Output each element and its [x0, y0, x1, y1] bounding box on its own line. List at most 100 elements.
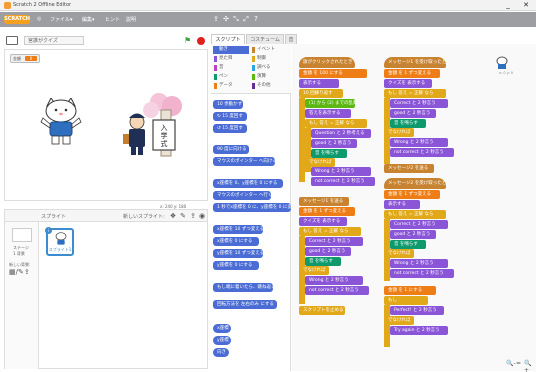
choose-sprite-icon[interactable]: ❖	[169, 212, 177, 220]
script-block[interactable]: Try again と 2 秒言う	[390, 326, 448, 335]
stop-sign-icon[interactable]	[197, 37, 205, 45]
palette-block[interactable]: 10 歩動かす	[213, 100, 243, 109]
script-block[interactable]: Correct と 2 秒言う	[305, 237, 363, 246]
script-block[interactable]: 音 を鳴らす	[311, 149, 347, 158]
zoom-reset-icon[interactable]: =	[516, 360, 521, 367]
about-menu[interactable]: 説明	[126, 16, 136, 23]
script-block[interactable]: not correct と 2 秒言う	[390, 148, 454, 157]
script-block[interactable]: スクリプトを止める	[299, 306, 345, 315]
script-block[interactable]: Wrong と 2 秒言う	[305, 276, 363, 285]
script-block[interactable]: でなければ	[305, 158, 335, 167]
script-block[interactable]: 金額 を 100 にする	[299, 69, 367, 78]
script-block[interactable]: 金額 を 1 にする	[384, 286, 436, 295]
zoom-out-icon[interactable]: 🔍-	[506, 360, 516, 367]
palette-reporter[interactable]: y座標	[213, 336, 231, 345]
script-block[interactable]: メッセージ2 を受け取ったとき	[384, 178, 446, 189]
palette-block[interactable]: 1 秒でx座標を 0 に、y座標を 0 に変える	[213, 203, 291, 212]
sprite-info-icon[interactable]: i	[45, 227, 52, 234]
script-block[interactable]: もし 答え = 正解 なら	[384, 210, 446, 219]
script-block[interactable]: でなければ	[299, 266, 329, 275]
category-data[interactable]: データ	[213, 82, 249, 90]
stage-canvas[interactable]: 金額 0 入 学 式	[4, 49, 208, 201]
stage-thumbnail[interactable]	[12, 228, 32, 242]
script-block[interactable]: でなければ	[384, 249, 414, 258]
script-block[interactable]: Wrong と 2 秒言う	[311, 167, 371, 176]
script-block[interactable]: クイズを 表示する	[299, 217, 347, 226]
script-area[interactable]: 旗がクリックされたとき 金額 を 100 にする 表示する 10 回繰り返す (…	[292, 44, 536, 371]
category-sound[interactable]: 音	[213, 64, 249, 72]
script-block[interactable]: メッセージ1 を受け取ったとき	[384, 57, 446, 68]
category-events[interactable]: イベント	[251, 46, 287, 54]
palette-block[interactable]: ↻ 15 度回す	[213, 112, 247, 121]
presentation-mode-icon[interactable]	[6, 36, 18, 45]
script-block[interactable]: 音 を鳴らす	[390, 119, 426, 128]
file-menu[interactable]: ファイル▾	[50, 16, 73, 23]
script-block[interactable]: 表示する	[384, 200, 420, 209]
green-flag-icon[interactable]: ⚑	[184, 37, 192, 45]
palette-block[interactable]: x座標を 0 にする	[213, 237, 259, 246]
script-block[interactable]: not correct と 2 秒言う	[305, 286, 369, 295]
script-block[interactable]: 表示する	[299, 79, 339, 88]
palette-block[interactable]: ↺ 15 度回す	[213, 124, 247, 133]
script-block[interactable]: 旗がクリックされたとき	[299, 57, 355, 68]
paint-sprite-icon[interactable]: ✎	[179, 212, 187, 220]
delete-tool-icon[interactable]: ✣	[222, 15, 230, 23]
close-button[interactable]: ✕	[518, 0, 534, 11]
script-block[interactable]: good と 2 秒言う	[305, 247, 351, 256]
sprite-thumbnail[interactable]: i スプライト1	[45, 227, 74, 256]
palette-block[interactable]: x座標を 10 ずつ変える	[213, 225, 263, 234]
script-block[interactable]: でなければ	[384, 316, 414, 325]
tab-costumes[interactable]: コスチューム	[246, 34, 284, 44]
palette-block[interactable]: y座標を 10 ずつ変える	[213, 249, 263, 258]
category-sensing[interactable]: 調べる	[251, 64, 287, 72]
category-looks[interactable]: 見た目	[213, 55, 249, 63]
zoom-in-icon[interactable]: 🔍+	[524, 360, 536, 372]
tips-menu[interactable]: ヒント	[105, 16, 120, 23]
upload-sprite-icon[interactable]: ⇪	[189, 212, 197, 220]
tab-sounds[interactable]: 音	[285, 34, 297, 44]
script-block[interactable]: (1) から (2) までの乱数	[305, 99, 355, 108]
camera-sprite-icon[interactable]: ◉	[198, 212, 206, 220]
script-block[interactable]: Perfect! と 2 秒言う	[390, 306, 444, 315]
category-operators[interactable]: 演算	[251, 73, 287, 81]
tab-scripts[interactable]: スクリプト	[211, 34, 245, 44]
project-title-input[interactable]: 宮誰がクイズ	[24, 36, 84, 45]
script-block[interactable]: メッセージ1 を送る	[299, 197, 349, 206]
script-block[interactable]: not correct と 2 秒言う	[390, 269, 454, 278]
script-block[interactable]: Wrong と 2 秒言う	[390, 259, 448, 268]
palette-block[interactable]: マウスのポインター へ向ける	[213, 157, 275, 166]
palette-block[interactable]: 回転方法を 左右のみ にする	[213, 300, 277, 309]
script-block[interactable]: good と 2 秒言う	[390, 109, 436, 118]
category-control[interactable]: 制御	[251, 55, 287, 63]
variable-monitor[interactable]: 金額 0	[10, 54, 40, 63]
script-block[interactable]: もし	[384, 296, 428, 305]
script-block[interactable]: good と 2 秒言う	[390, 230, 436, 239]
script-block[interactable]: 金額 を 1 ずつ変える	[299, 207, 355, 216]
category-motion[interactable]: 動き	[213, 46, 249, 54]
script-block[interactable]: もし 答え = 正解 なら	[299, 227, 361, 236]
minimize-button[interactable]: _	[500, 0, 516, 11]
language-menu-icon[interactable]: ◎	[37, 16, 41, 22]
palette-reporter[interactable]: 向き	[213, 348, 229, 357]
script-block[interactable]: Wrong と 2 秒言う	[390, 138, 448, 147]
new-backdrop-tools-icon[interactable]: ▦/✎⇪	[9, 268, 30, 276]
script-block[interactable]: 10 回繰り返す	[299, 89, 343, 98]
script-block[interactable]: Question と 2 秒考える	[311, 129, 371, 138]
script-block[interactable]: good と 2 秒言う	[311, 139, 357, 148]
script-block[interactable]: 音 を鳴らす	[305, 257, 341, 266]
script-block[interactable]: not correct と 2 秒言う	[311, 177, 375, 186]
entrance-ceremony-image[interactable]: 入 学 式	[117, 92, 187, 158]
category-more-blocks[interactable]: その他	[251, 82, 287, 90]
palette-reporter[interactable]: x座標	[213, 324, 231, 333]
shrink-tool-icon[interactable]: ⤢	[242, 15, 250, 23]
script-block[interactable]: Correct と 2 秒言う	[390, 99, 448, 108]
script-block[interactable]: 答えを表示する	[305, 109, 351, 118]
script-block[interactable]: 音 を鳴らす	[390, 240, 426, 249]
palette-block[interactable]: マウスのポインター へ行く	[213, 191, 271, 200]
script-block[interactable]: メッセージ2 を送る	[384, 164, 434, 173]
grow-tool-icon[interactable]: ⤡	[232, 15, 240, 23]
cat-sprite-image[interactable]	[39, 98, 83, 146]
help-tool-icon[interactable]: ?	[252, 15, 260, 23]
palette-block[interactable]: y座標を 0 にする	[213, 261, 259, 270]
category-pen[interactable]: ペン	[213, 73, 249, 81]
